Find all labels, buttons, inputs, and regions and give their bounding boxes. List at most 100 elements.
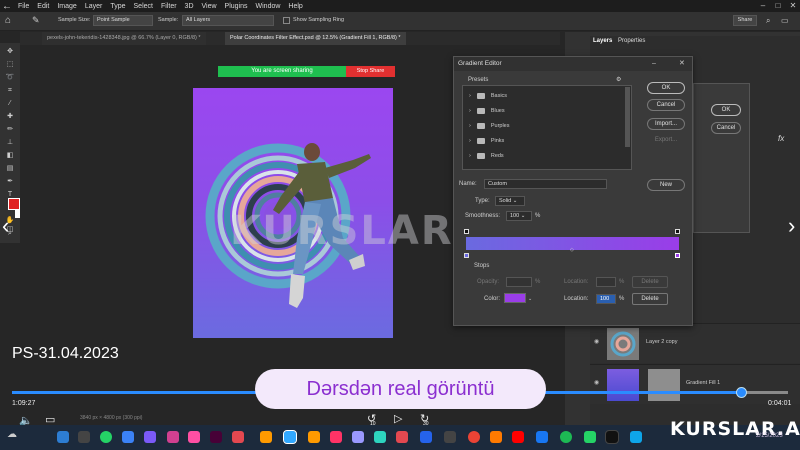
back-arrow-icon[interactable]: ← [0,1,14,12]
tiktok-icon[interactable] [605,430,619,444]
layer-row[interactable]: ◉ Layer 2 copy [590,323,800,363]
chrome-icon[interactable] [468,431,480,443]
color-delete-button[interactable]: Delete [632,293,668,305]
opacity-stop-right[interactable] [675,229,680,234]
app-icon[interactable] [144,431,156,443]
move-tool-icon[interactable]: ✥ [5,47,15,56]
show-ring-checkbox[interactable] [283,17,290,24]
crop-tool-icon[interactable]: ⌗ [5,86,15,95]
app-icon[interactable] [444,431,456,443]
preset-folder-pinks[interactable]: › Pinks [469,138,504,144]
healing-tool-icon[interactable]: ✚ [5,112,15,121]
dimension-icon[interactable] [374,431,386,443]
menu-view[interactable]: View [198,3,221,10]
name-field[interactable]: Custom [484,179,607,189]
home-icon[interactable]: ⌂ [5,15,11,26]
visibility-eye-icon[interactable]: ◉ [594,379,599,386]
app-icon[interactable] [512,431,524,443]
app-icon[interactable] [490,431,502,443]
stop-share-button[interactable]: Stop Share [346,66,395,77]
indesign-icon[interactable] [330,431,342,443]
app-icon[interactable] [396,431,408,443]
minimize-icon[interactable]: – [756,0,770,12]
app-icon[interactable] [420,431,432,443]
brush-tool-icon[interactable]: ✏ [5,125,15,134]
next-arrow-icon[interactable]: › [788,213,795,239]
tab-polar-coordinates[interactable]: Polar Coordinates Filter Effect.psd @ 12… [225,32,406,45]
illustrator-icon[interactable] [260,431,272,443]
menu-type[interactable]: Type [106,3,129,10]
menu-edit[interactable]: Edit [33,3,53,10]
layer-name[interactable]: Gradient Fill 1 [686,380,720,386]
layer-name[interactable]: Layer 2 copy [646,339,678,345]
ok-button[interactable]: OK [647,82,685,94]
dialog-ok-button[interactable]: OK [711,104,741,116]
chevron-down-icon[interactable]: ⌄ [528,296,532,302]
menu-plugins[interactable]: Plugins [221,3,252,10]
menu-file[interactable]: File [14,3,33,10]
previous-arrow-icon[interactable]: ‹ [2,213,9,239]
video-progress-handle[interactable] [736,387,747,398]
new-button[interactable]: New [647,179,685,191]
dialog-cancel-button[interactable]: Cancel [711,122,741,134]
menu-3d[interactable]: 3D [181,3,198,10]
workspace-icon[interactable]: ▭ [781,16,789,25]
menu-layer[interactable]: Layer [81,3,107,10]
search-icon[interactable]: ⌕ [766,16,770,26]
spotify-icon[interactable] [560,431,572,443]
minimize-icon[interactable]: – [652,57,656,71]
app-icon[interactable] [167,431,179,443]
eyedropper-tool-icon[interactable]: ⁄ [5,99,15,108]
search-icon[interactable] [78,431,90,443]
sample-size-select[interactable]: Point Sample [93,15,153,26]
type-select[interactable]: Solid ⌄ [495,196,525,206]
menu-help[interactable]: Help [284,3,306,10]
indesign-icon[interactable] [188,431,200,443]
app-icon[interactable] [584,431,596,443]
import-button[interactable]: Import... [647,118,685,130]
export-button[interactable]: Export... [647,135,685,147]
sample-select[interactable]: All Layers [182,15,274,26]
presets-list[interactable]: › Basics › Blues › Purples › Pinks › Reds [462,85,632,170]
menu-image[interactable]: Image [53,3,80,10]
weather-icon[interactable]: ☁ [7,429,17,440]
close-icon[interactable]: ✕ [786,0,800,12]
files-icon[interactable] [122,431,134,443]
presets-scrollbar[interactable] [625,87,630,147]
midpoint-diamond-icon[interactable]: ◇ [570,247,574,253]
maximize-icon[interactable]: □ [771,0,785,12]
tab-layers[interactable]: Layers [593,38,612,44]
marquee-tool-icon[interactable]: ⬚ [5,60,15,69]
whatsapp-icon[interactable] [100,431,112,443]
menu-window[interactable]: Window [252,3,285,10]
photoshop-icon[interactable] [283,430,297,444]
app-icon[interactable] [630,431,642,443]
preset-folder-blues[interactable]: › Blues [469,108,505,114]
layer-row[interactable]: ◉ Gradient Fill 1 [590,364,800,404]
facebook-icon[interactable] [536,431,548,443]
tab-properties[interactable]: Properties [618,38,645,44]
lasso-tool-icon[interactable]: ➰ [5,73,15,82]
premiere-icon[interactable] [352,431,364,443]
settings-gear-icon[interactable]: ⚙ [616,76,621,83]
color-location-field[interactable]: 100 [596,294,616,304]
tab-pexels[interactable]: pexels-john-tekeridis-1428348.jpg @ 66.7… [42,32,206,45]
illustrator-icon[interactable] [308,431,320,443]
visibility-eye-icon[interactable]: ◉ [594,338,599,345]
color-stop-right[interactable] [675,253,680,258]
menu-select[interactable]: Select [130,3,157,10]
cancel-button[interactable]: Cancel [647,99,685,111]
color-stop-left[interactable] [464,253,469,258]
play-icon[interactable]: ▷ [394,412,402,425]
gradient-tool-icon[interactable]: ▤ [5,164,15,173]
preset-folder-reds[interactable]: › Reds [469,153,504,159]
preset-folder-basics[interactable]: › Basics [469,93,507,99]
foreground-color-swatch-top[interactable] [8,198,20,210]
windows-start-icon[interactable] [57,431,69,443]
opacity-stop-left[interactable] [464,229,469,234]
eraser-tool-icon[interactable]: ◧ [5,151,15,160]
xd-icon[interactable] [210,431,222,443]
smoothness-field[interactable]: 100 ⌄ [506,211,532,221]
menu-filter[interactable]: Filter [157,3,181,10]
color-swatch[interactable] [504,293,526,303]
